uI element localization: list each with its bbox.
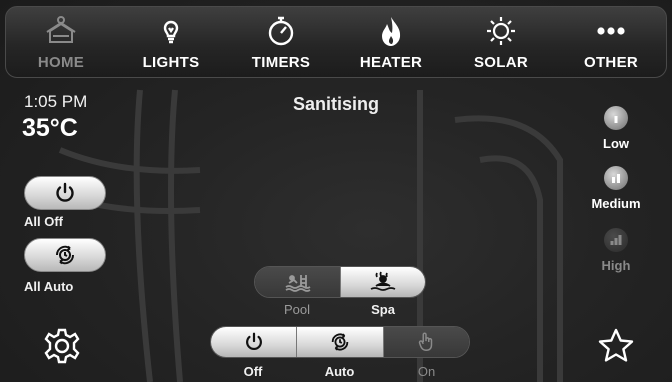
sun-icon (487, 17, 515, 45)
nav-lights[interactable]: LIGHTS (121, 7, 221, 77)
all-off-button[interactable] (24, 176, 106, 210)
nav-home[interactable]: HOME (11, 7, 111, 77)
nav-lights-label: LIGHTS (142, 54, 200, 71)
speed-high-icon (610, 235, 622, 245)
mode-selector (210, 326, 470, 358)
auto-cycle-icon (55, 245, 75, 265)
mode-off-label: Off (243, 364, 263, 379)
spa-label: Spa (371, 302, 395, 317)
nav-home-label: HOME (37, 54, 85, 71)
pool-spa-selector (254, 266, 426, 298)
nav-solar[interactable]: SOLAR (451, 7, 551, 77)
power-icon (245, 332, 262, 351)
all-auto-label: All Auto (24, 279, 74, 294)
nav-other[interactable]: OTHER (561, 7, 661, 77)
water-temperature: 35°C (22, 114, 78, 142)
stopwatch-icon (268, 16, 294, 46)
gear-icon (44, 328, 80, 364)
top-navigation-bar: HOME LIGHTS TIMERS HEATER SOLAR OTHER (5, 6, 667, 78)
pool-home-icon (46, 16, 76, 43)
all-auto-button[interactable] (24, 238, 106, 272)
all-off-label: All Off (24, 214, 63, 229)
speed-medium-button[interactable]: Medium (568, 166, 664, 211)
nav-other-label: OTHER (584, 54, 638, 71)
speed-low-button[interactable]: Low (568, 106, 664, 151)
pool-controller-screen: HOME LIGHTS TIMERS HEATER SOLAR OTHER 1:… (0, 0, 672, 382)
pool-swimmer-icon (285, 275, 310, 292)
nav-heater[interactable]: HEATER (341, 7, 441, 77)
nav-timers[interactable]: TIMERS (231, 7, 331, 77)
star-icon (598, 328, 634, 362)
nav-timers-label: TIMERS (251, 54, 311, 71)
spa-button[interactable] (340, 267, 425, 297)
nav-solar-label: SOLAR (474, 54, 528, 71)
power-icon (56, 182, 74, 202)
speed-low-icon (614, 116, 618, 123)
mode-on-label: On (417, 364, 436, 379)
pool-button[interactable] (255, 267, 340, 297)
spa-bather-icon (370, 271, 396, 291)
speed-medium-label: Medium (591, 196, 641, 211)
mode-auto-button[interactable] (296, 327, 383, 357)
nav-heater-label: HEATER (359, 54, 423, 71)
speed-low-label: Low (603, 136, 629, 151)
settings-button[interactable] (42, 326, 82, 366)
mode-off-button[interactable] (211, 327, 297, 357)
hand-touch-icon (419, 332, 433, 351)
speed-high-knob (604, 228, 628, 252)
speed-low-knob (604, 106, 628, 130)
speed-medium-icon (612, 174, 620, 183)
pool-label: Pool (283, 302, 311, 317)
more-dots-icon (597, 27, 625, 35)
flame-icon (382, 17, 401, 46)
mode-auto-label: Auto (324, 364, 355, 379)
auto-cycle-icon (331, 333, 349, 351)
favourite-button[interactable] (596, 326, 636, 366)
speed-high-button[interactable]: High (568, 228, 664, 273)
lightbulb-icon (163, 20, 179, 44)
speed-high-label: High (601, 258, 631, 273)
mode-on-button[interactable] (382, 327, 469, 357)
speed-medium-knob (604, 166, 628, 190)
